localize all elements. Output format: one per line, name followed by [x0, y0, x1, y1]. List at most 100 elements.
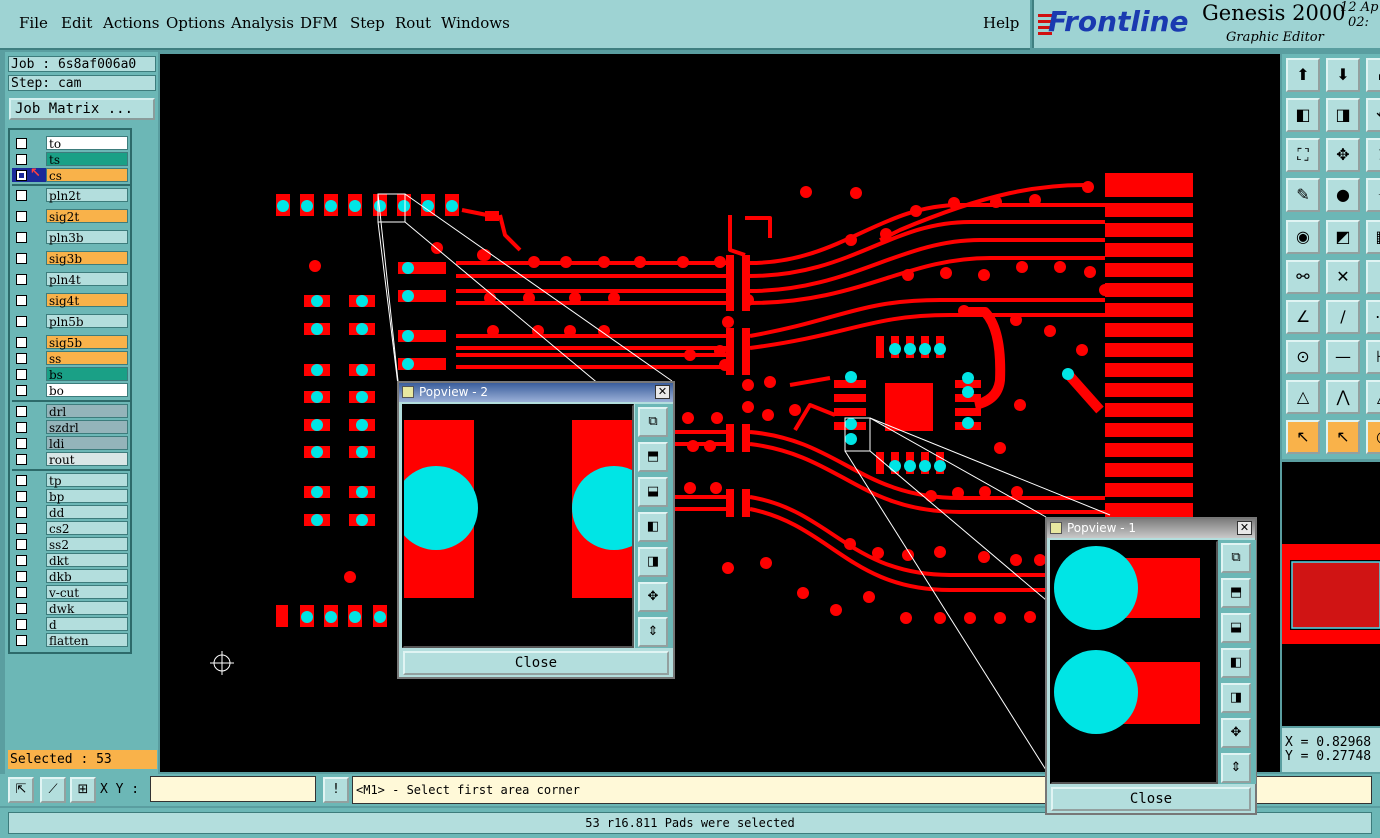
pan-tool-2-icon[interactable]: ◨ [1326, 98, 1360, 132]
layer-row-flatten[interactable]: flatten [12, 633, 130, 648]
alert-button[interactable]: ! [323, 777, 349, 803]
menu-options[interactable]: Options [166, 14, 225, 32]
layer-row-v-cut[interactable]: v-cut [12, 585, 130, 600]
layer-name[interactable]: d [46, 617, 128, 632]
popview-2-close-button[interactable]: Close [403, 651, 669, 675]
layer-row-sig5b[interactable]: sig5b [12, 335, 130, 350]
layer-row-sig3b[interactable]: sig3b [12, 251, 130, 266]
layer-row-pln2t[interactable]: pln2t [12, 188, 130, 203]
job-matrix-button[interactable]: Job Matrix ... [9, 98, 155, 120]
layer-row-bp[interactable]: bp [12, 489, 130, 504]
layer-name[interactable]: pln3b [46, 230, 128, 245]
layer-row-szdrl[interactable]: szdrl [12, 420, 130, 435]
layer-checkbox[interactable] [16, 507, 27, 518]
menu-actions[interactable]: Actions [103, 14, 159, 32]
pv-pan-right-icon[interactable]: ◨ [638, 547, 668, 577]
pv-pan-up-icon[interactable]: ⬒ [1221, 578, 1251, 608]
triangle-tool-1-icon[interactable]: △ [1286, 380, 1320, 414]
connect-tool-2-icon[interactable]: ✕ [1326, 260, 1360, 294]
select-tool-1-icon[interactable]: ↖ [1286, 420, 1320, 454]
layer-name[interactable]: rout [46, 452, 128, 467]
layer-checkbox[interactable] [16, 619, 27, 630]
feature-tool-2-icon[interactable]: ◩ [1326, 220, 1360, 254]
layer-checkbox[interactable] [16, 274, 27, 285]
snap-tool-3-icon[interactable]: ⌖ [1366, 178, 1380, 212]
layer-row-pln3b[interactable]: pln3b [12, 230, 130, 245]
layer-row-dkb[interactable]: dkb [12, 569, 130, 584]
layer-checkbox[interactable] [16, 337, 27, 348]
layer-checkbox[interactable] [16, 523, 27, 534]
pv-pan-up-icon[interactable]: ⬒ [638, 442, 668, 472]
pv-pan-left-icon[interactable]: ◧ [638, 512, 668, 542]
menu-windows[interactable]: Windows [441, 14, 510, 32]
popview-1-window[interactable]: Popview - 1 ✕ ⧉ ⬒ ⬓ ◧ ◨ ✥ ⇕ Close [1045, 517, 1257, 815]
layer-row-pln4t[interactable]: pln4t [12, 272, 130, 287]
layer-checkbox[interactable] [16, 491, 27, 502]
layer-name[interactable]: dkb [46, 569, 128, 584]
layer-checkbox[interactable] [16, 232, 27, 243]
layer-name[interactable]: pln2t [46, 188, 128, 203]
point-tool-3-icon[interactable]: ⊢ [1366, 340, 1380, 374]
layer-checkbox[interactable] [16, 406, 27, 417]
layer-row-d[interactable]: d [12, 617, 130, 632]
layer-name[interactable]: sig5b [46, 335, 128, 350]
triangle-tool-2-icon[interactable]: ⋀ [1326, 380, 1360, 414]
view-tool-2-icon[interactable]: ⬇ [1326, 58, 1360, 92]
measure-button[interactable]: ⟋ [40, 777, 66, 803]
layer-name[interactable]: szdrl [46, 420, 128, 435]
layer-checkbox[interactable] [16, 190, 27, 201]
layer-row-drl[interactable]: drl [12, 404, 130, 419]
layer-name[interactable]: to [46, 136, 128, 151]
layer-row-bs[interactable]: bs [12, 367, 130, 382]
zoom-tool-2-icon[interactable]: ✥ [1326, 138, 1360, 172]
layer-name[interactable]: bo [46, 383, 128, 398]
pv-zoom-home-icon[interactable]: ⇕ [1221, 753, 1251, 783]
pan-tool-1-icon[interactable]: ◧ [1286, 98, 1320, 132]
point-tool-1-icon[interactable]: ⊙ [1286, 340, 1320, 374]
layer-name[interactable]: bs [46, 367, 128, 382]
layer-name[interactable]: pln4t [46, 272, 128, 287]
layer-row-to[interactable]: to [12, 136, 130, 151]
pv-pan-down-icon[interactable]: ⬓ [1221, 613, 1251, 643]
popview-2-window[interactable]: Popview - 2 ✕ ⧉ ⬒ ⬓ ◧ ◨ ✥ ⇕ Close [397, 381, 675, 679]
layer-name[interactable]: sig4t [46, 293, 128, 308]
zoom-tool-3-icon[interactable]: 1 [1366, 138, 1380, 172]
overview-map[interactable] [1282, 462, 1380, 726]
layer-name[interactable]: dd [46, 505, 128, 520]
layer-checkbox[interactable] [16, 211, 27, 222]
popview-1-titlebar[interactable]: Popview - 1 ✕ [1047, 519, 1255, 538]
pv-pan-left-icon[interactable]: ◧ [1221, 648, 1251, 678]
layer-name[interactable]: cs [46, 168, 128, 183]
layer-row-ss[interactable]: ss [12, 351, 130, 366]
layer-checkbox[interactable] [16, 385, 27, 396]
layer-name[interactable]: drl [46, 404, 128, 419]
menu-analysis[interactable]: Analysis [231, 14, 294, 32]
layer-row-pln5b[interactable]: pln5b [12, 314, 130, 329]
pv-pan-down-icon[interactable]: ⬓ [638, 477, 668, 507]
layer-row-ss2[interactable]: ss2 [12, 537, 130, 552]
layer-name[interactable]: ts [46, 152, 128, 167]
pv-zoom-fit-icon[interactable]: ✥ [1221, 718, 1251, 748]
grid-button[interactable]: ⊞ [70, 777, 96, 803]
layer-checkbox[interactable] [16, 454, 27, 465]
menu-rout[interactable]: Rout [395, 14, 431, 32]
zoom-tool-1-icon[interactable]: ⛶ [1286, 138, 1320, 172]
layer-row-bo[interactable]: bo [12, 383, 130, 398]
view-tool-3-icon[interactable]: ⌂ [1366, 58, 1380, 92]
menu-step[interactable]: Step [350, 14, 385, 32]
xy-input[interactable] [150, 776, 316, 802]
pv-zoom-fit-icon[interactable]: ✥ [638, 582, 668, 612]
line-tool-1-icon[interactable]: ∠ [1286, 300, 1320, 334]
connect-tool-1-icon[interactable]: ⚯ [1286, 260, 1320, 294]
menu-help[interactable]: Help [983, 14, 1019, 32]
layer-name[interactable]: bp [46, 489, 128, 504]
feature-tool-1-icon[interactable]: ◉ [1286, 220, 1320, 254]
layer-checkbox[interactable] [16, 635, 27, 646]
layer-checkbox[interactable] [16, 138, 27, 149]
pv-zoom-window-icon[interactable]: ⧉ [638, 407, 668, 437]
layer-row-tp[interactable]: tp [12, 473, 130, 488]
close-icon[interactable]: ✕ [655, 385, 670, 399]
layer-name[interactable]: pln5b [46, 314, 128, 329]
layer-row-rout[interactable]: rout [12, 452, 130, 467]
layer-name[interactable]: sig2t [46, 209, 128, 224]
